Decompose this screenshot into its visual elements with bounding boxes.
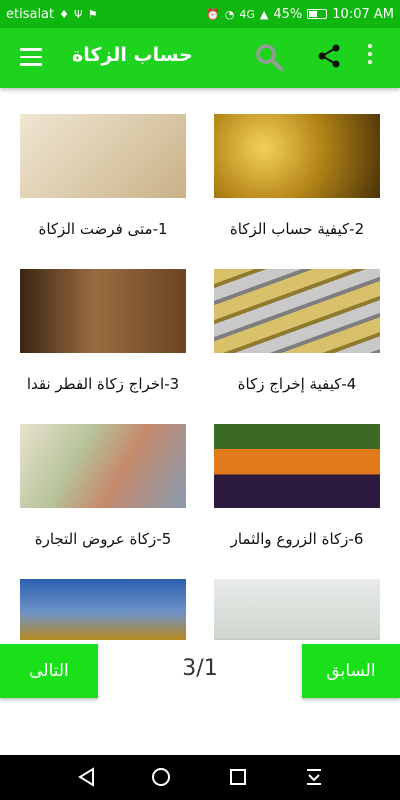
topic-card-5[interactable]: 5-زكاة عروض التجارة — [20, 424, 186, 548]
topic-card-7[interactable] — [20, 579, 186, 640]
usb-icon: Ψ — [74, 7, 83, 21]
system-nav-bar — [0, 755, 400, 800]
alarm-icon: ⏰ — [206, 7, 220, 21]
zakat-calligraphy-image — [20, 114, 186, 198]
battery-percent: 45% — [273, 6, 303, 22]
seedling-image — [214, 579, 380, 640]
share-icon[interactable] — [316, 43, 342, 73]
topic-label: 5-زكاة عروض التجارة — [34, 530, 172, 548]
search-icon[interactable] — [254, 42, 284, 76]
signal-bars-icon: ▲ — [259, 7, 269, 21]
next-button[interactable]: التالى — [0, 644, 98, 698]
topic-card-8[interactable] — [214, 579, 380, 640]
topic-label: 2-كيفية حساب الزكاة — [229, 220, 365, 238]
notification-icon: ♦ — [59, 7, 69, 21]
gold-bars-image — [214, 269, 380, 353]
topic-label: 6-زكاة الزروع والثمار — [230, 530, 364, 548]
topic-card-4[interactable]: 4-كيفية إخراج زكاة — [214, 269, 380, 393]
gold-coins-image — [214, 114, 380, 198]
app-title: حساب الزكاة — [72, 44, 193, 66]
topic-label: 3-اخراج زكاة الفطر نقدا — [26, 375, 180, 393]
more-vertical-icon[interactable] — [367, 44, 373, 68]
home-icon[interactable] — [151, 767, 171, 791]
hide-nav-icon[interactable] — [304, 767, 324, 791]
flag-icon: ⚑ — [87, 7, 98, 21]
carrier-name: etisalat — [6, 6, 55, 22]
topic-card-2[interactable]: 2-كيفية حساب الزكاة — [214, 114, 380, 238]
previous-button[interactable]: السابق — [302, 644, 400, 698]
topics-grid: 2-كيفية حساب الزكاة 1-متى فرضت الزكاة 4-… — [0, 88, 400, 640]
wifi-icon: ◔ — [224, 7, 235, 21]
topic-card-1[interactable]: 1-متى فرضت الزكاة — [20, 114, 186, 238]
market-produce-image — [214, 424, 380, 508]
pagination-bar: التالى 3/1 السابق — [0, 640, 400, 755]
signal-4g-icon: 4G — [239, 7, 255, 21]
app-toolbar: حساب الزكاة — [0, 28, 400, 88]
back-icon[interactable] — [77, 767, 97, 791]
topic-card-3[interactable]: 3-اخراج زكاة الفطر نقدا — [20, 269, 186, 393]
hamburger-menu-icon[interactable] — [20, 48, 42, 66]
topic-label: 1-متى فرضت الزكاة — [38, 220, 168, 238]
recents-icon[interactable] — [228, 767, 248, 791]
battery-icon — [307, 9, 328, 19]
page-indicator: 3/1 — [182, 656, 218, 681]
topic-label: 4-كيفية إخراج زكاة — [237, 375, 357, 393]
topic-card-6[interactable]: 6-زكاة الزروع والثمار — [214, 424, 380, 548]
hands-coins-image — [20, 269, 186, 353]
treasure-image — [20, 579, 186, 640]
clock: 10:07 AM — [332, 6, 394, 22]
status-bar: etisalat ♦ Ψ ⚑ ⏰ ◔ 4G ▲ 45% 10:07 AM — [0, 0, 400, 28]
banknotes-image — [20, 424, 186, 508]
